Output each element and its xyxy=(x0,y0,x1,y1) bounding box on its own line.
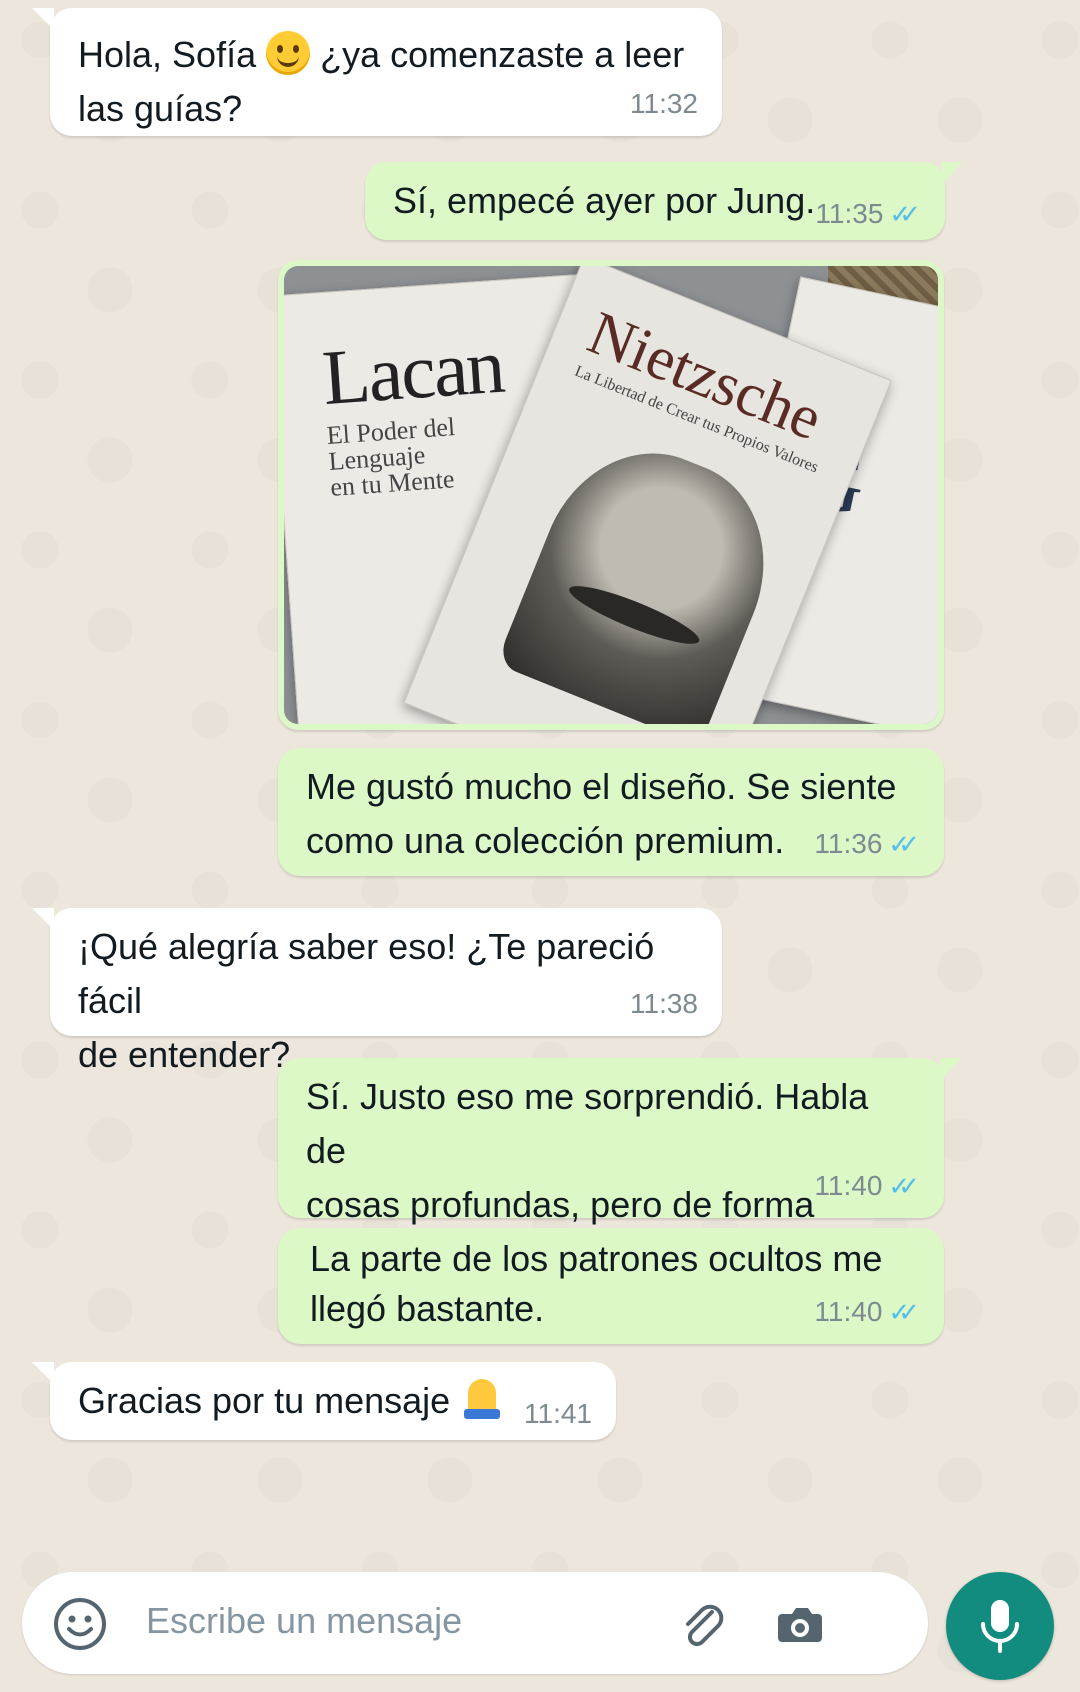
message-meta: 11:40 ✓✓ xyxy=(814,1170,920,1202)
message-input[interactable]: Escribe un mensaje xyxy=(146,1600,462,1642)
message-meta: 11:40 ✓✓ xyxy=(814,1296,920,1328)
camera-icon[interactable] xyxy=(770,1594,830,1654)
book-lacan-subtitle: El Poder del Lenguaje en tu Mente xyxy=(325,412,457,502)
message-time: 11:40 xyxy=(814,1296,883,1327)
message-image-outgoing[interactable]: G Lacan El Poder del Lenguaje en tu Ment… xyxy=(278,260,944,730)
microphone-icon xyxy=(981,1600,1019,1653)
message-meta: 11:35 ✓✓ xyxy=(815,198,921,230)
microphone-button[interactable] xyxy=(946,1572,1054,1680)
smiling-face-icon xyxy=(266,31,311,75)
emoji-icon[interactable] xyxy=(50,1594,110,1654)
message-bubble-incoming[interactable]: Hola, Sofía ¿ya comenzaste a leer las gu… xyxy=(32,8,722,136)
book-nietzsche-portrait xyxy=(495,422,798,724)
read-ticks-icon: ✓✓ xyxy=(888,1171,919,1201)
read-ticks-icon: ✓✓ xyxy=(888,829,919,859)
message-time: 11:38 xyxy=(630,988,698,1019)
read-ticks-icon: ✓✓ xyxy=(888,1297,919,1327)
message-bubble-incoming[interactable]: Gracias por tu mensaje 11:41 xyxy=(32,1362,616,1440)
folded-hands-icon xyxy=(460,1377,504,1421)
paperclip-icon[interactable] xyxy=(672,1594,732,1654)
message-bubble-outgoing[interactable]: La parte de los patrones ocultos me lleg… xyxy=(278,1228,944,1344)
message-time: 11:35 xyxy=(815,198,884,229)
message-meta: 11:36 ✓✓ xyxy=(814,828,920,860)
message-meta: 11:32 xyxy=(630,88,698,120)
message-bubble-outgoing[interactable]: Sí. Justo eso me sorprendió. Habla de co… xyxy=(278,1058,962,1279)
shared-photo[interactable]: G Lacan El Poder del Lenguaje en tu Ment… xyxy=(284,266,938,724)
message-meta: 11:41 xyxy=(524,1398,592,1430)
portrait-mustache xyxy=(564,576,704,654)
message-meta: 11:38 xyxy=(630,988,698,1020)
message-time: 11:32 xyxy=(630,88,698,119)
message-time: 11:36 xyxy=(814,828,883,859)
message-time: 11:41 xyxy=(524,1398,592,1429)
message-bubble-incoming[interactable]: ¡Qué alegría saber eso! ¿Te pareció fáci… xyxy=(32,908,722,1075)
message-text: Gracias por tu mensaje xyxy=(78,1374,588,1428)
book-lacan-title: Lacan xyxy=(319,321,506,422)
message-time: 11:40 xyxy=(814,1170,883,1201)
message-composer[interactable]: Escribe un mensaje xyxy=(22,1572,928,1674)
read-ticks-icon: ✓✓ xyxy=(889,199,920,229)
message-bubble-outgoing[interactable]: Sí, empecé ayer por Jung. 11:35 ✓✓ xyxy=(365,162,963,240)
message-text: Hola, Sofía ¿ya comenzaste a leer las gu… xyxy=(78,28,694,136)
message-bubble-outgoing[interactable]: Me gustó mucho el diseño. Se siente como… xyxy=(278,748,944,876)
